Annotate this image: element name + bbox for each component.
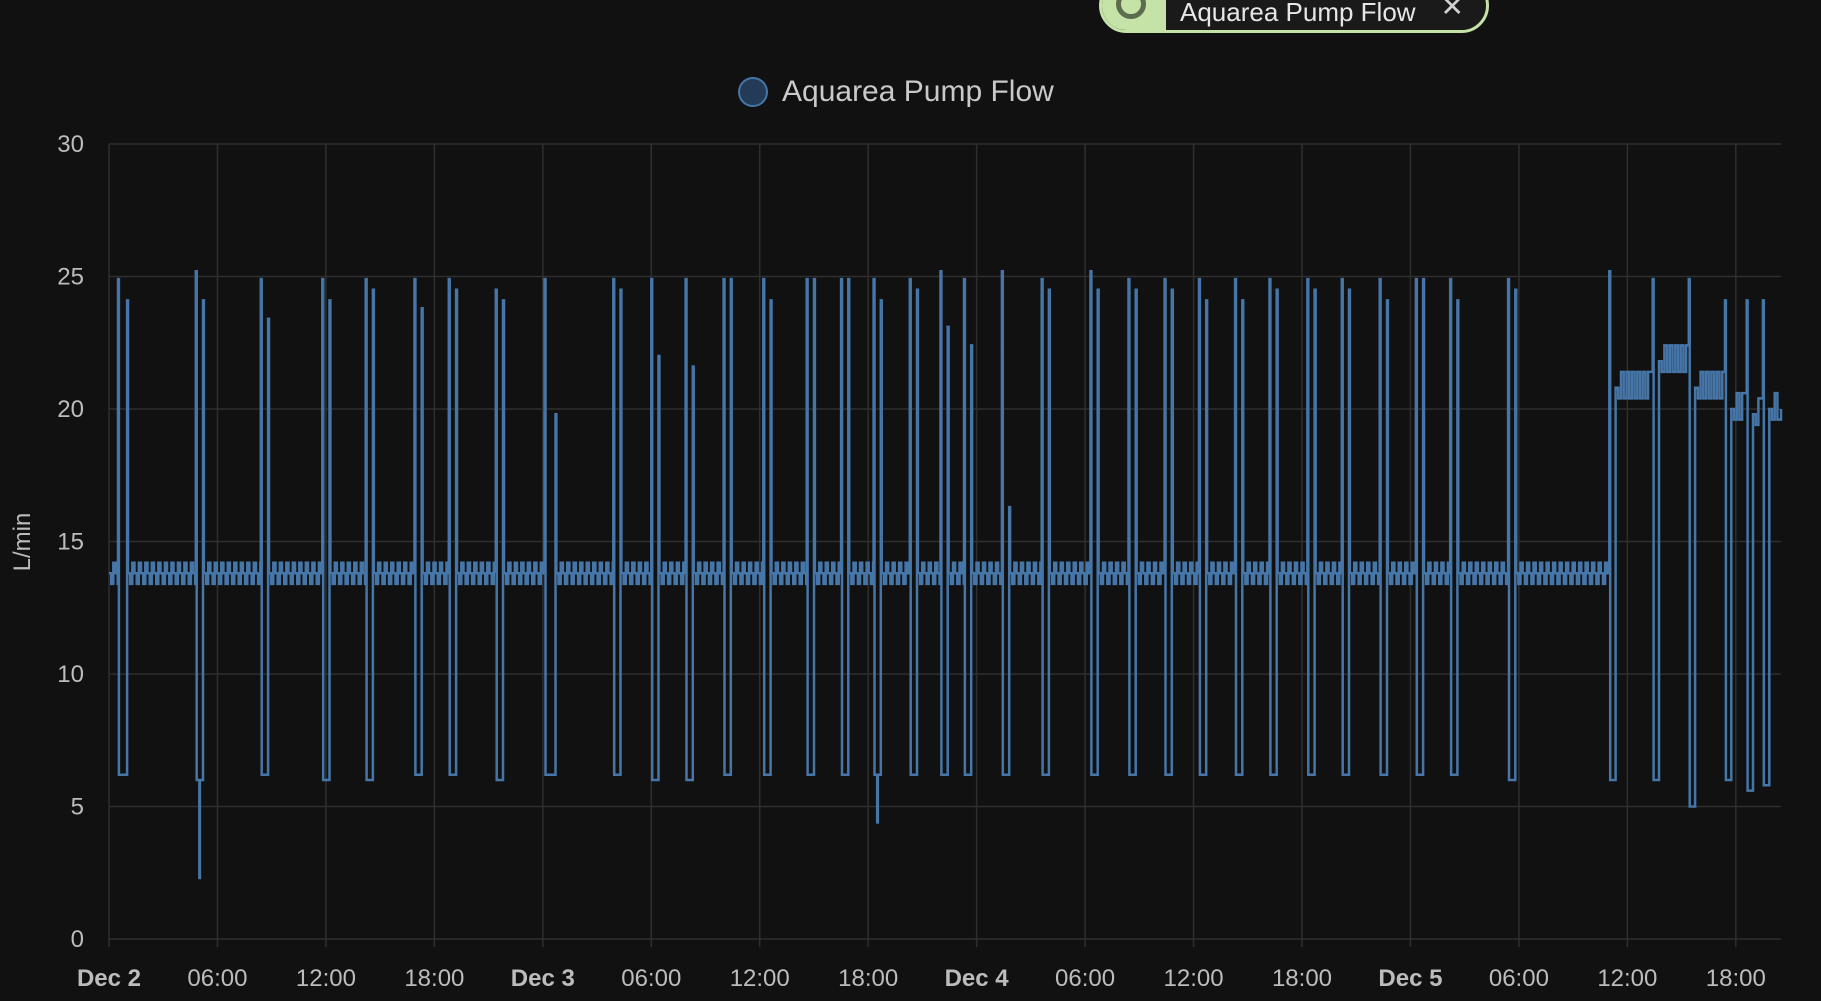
x-tick-label: Dec 2 (77, 965, 141, 992)
x-tick-label: 12:00 (730, 965, 790, 992)
y-tick-label: 5 (71, 794, 84, 821)
y-tick-label: 15 (57, 529, 84, 556)
x-tick-label: Dec 5 (1378, 965, 1442, 992)
y-axis: 0 5 10 15 20 25 30 (57, 131, 84, 953)
grid (108, 143, 1781, 947)
x-axis: Dec 2 06:00 12:00 18:00 Dec 3 06:00 12:00 18:00… (77, 965, 1766, 992)
x-tick-label: 12:00 (296, 965, 356, 992)
x-tick-label: 06:00 (621, 965, 681, 992)
y-tick-label: 0 (71, 926, 84, 953)
x-tick-label: Dec 3 (511, 965, 575, 992)
y-tick-label: 30 (57, 131, 84, 158)
x-tick-label: 18:00 (1706, 965, 1766, 992)
x-tick-label: 18:00 (838, 965, 898, 992)
y-tick-label: 20 (57, 396, 84, 423)
flow-chart[interactable]: 0 5 10 15 20 25 30 Dec 2 06:00 12:00 18:00 Dec 3 06… (0, 0, 1821, 1001)
x-tick-label: 06:00 (187, 965, 247, 992)
series-line[interactable] (109, 269, 1783, 880)
x-tick-label: 12:00 (1164, 965, 1224, 992)
series-aquarea-pump-flow[interactable] (109, 269, 1783, 880)
y-tick-label: 25 (57, 264, 84, 291)
x-tick-label: 06:00 (1055, 965, 1115, 992)
x-tick-label: 12:00 (1597, 965, 1657, 992)
x-tick-label: 18:00 (404, 965, 464, 992)
y-axis-title: L/min (9, 513, 36, 572)
x-tick-label: 18:00 (1272, 965, 1332, 992)
y-tick-label: 10 (57, 661, 84, 688)
x-tick-label: Dec 4 (945, 965, 1010, 992)
x-tick-label: 06:00 (1489, 965, 1549, 992)
